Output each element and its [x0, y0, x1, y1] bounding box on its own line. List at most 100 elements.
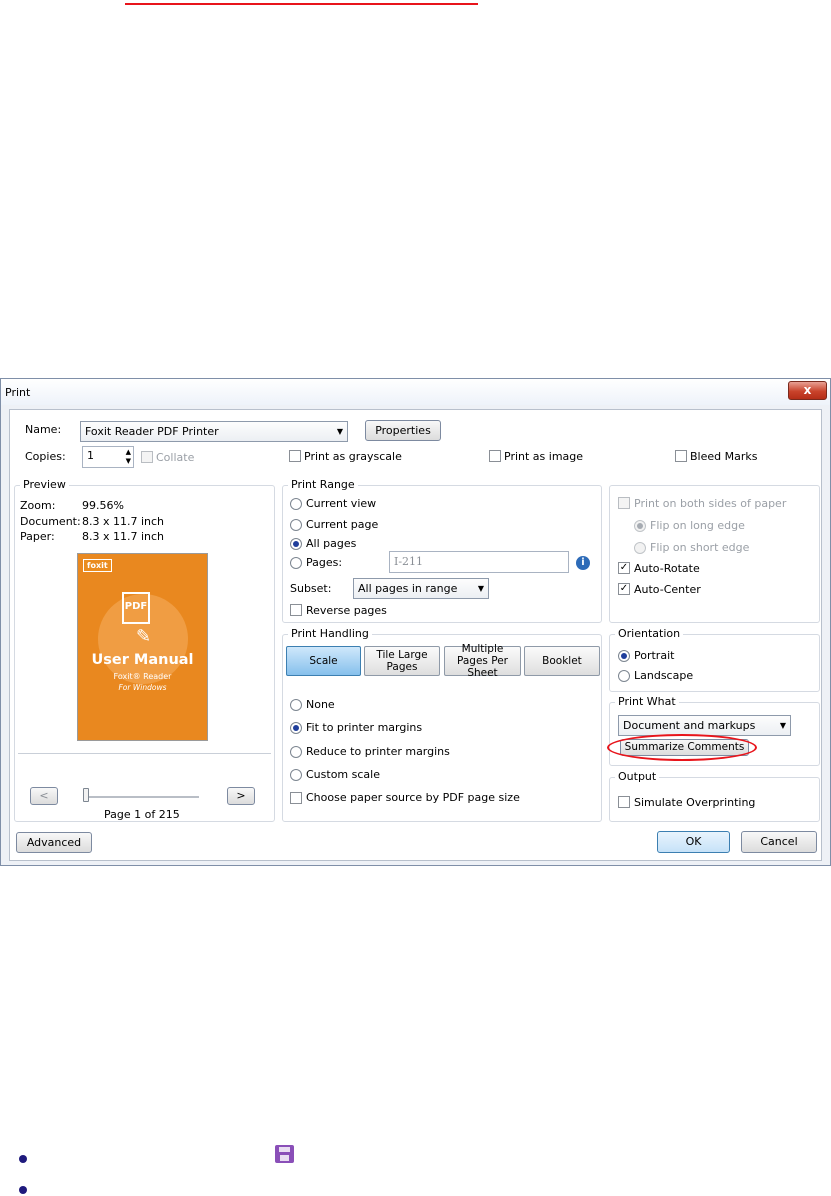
- print-as-image-checkbox[interactable]: [489, 450, 501, 462]
- zoom-value: 99.56%: [82, 499, 124, 512]
- subset-label: Subset:: [290, 582, 332, 595]
- auto-rotate-label: Auto-Rotate: [634, 562, 700, 575]
- tab-booklet[interactable]: Booklet: [524, 646, 600, 676]
- none-radio[interactable]: [290, 699, 302, 711]
- reverse-pages-label: Reverse pages: [306, 604, 387, 617]
- paper-size: 8.3 x 11.7 inch: [82, 530, 165, 543]
- flip-long-edge-label: Flip on long edge: [650, 519, 745, 532]
- tab-scale[interactable]: Scale: [286, 646, 361, 676]
- collate-label: Collate: [156, 451, 195, 464]
- title-bar: Print x: [1, 379, 830, 405]
- orientation-group: Orientation Portrait Landscape: [609, 627, 820, 692]
- properties-button[interactable]: Properties: [365, 420, 441, 441]
- flip-short-edge-radio[interactable]: [634, 542, 646, 554]
- page-slider-thumb[interactable]: [83, 788, 89, 802]
- portrait-label: Portrait: [634, 649, 675, 662]
- printer-select[interactable]: Foxit Reader PDF Printer ▼: [80, 421, 348, 442]
- zoom-label: Zoom:: [20, 499, 56, 512]
- current-view-radio[interactable]: [290, 498, 302, 510]
- advanced-button[interactable]: Advanced: [16, 832, 92, 853]
- tab-multiple-pages[interactable]: Multiple Pages Per Sheet: [444, 643, 521, 679]
- orientation-title: Orientation: [615, 627, 684, 640]
- all-pages-radio[interactable]: [290, 538, 302, 550]
- next-page-button[interactable]: >: [227, 787, 255, 805]
- current-page-radio[interactable]: [290, 519, 302, 531]
- auto-rotate-checkbox[interactable]: ✓: [618, 562, 630, 574]
- fit-to-margins-label: Fit to printer margins: [306, 721, 423, 734]
- output-group: Output Simulate Overprinting: [609, 770, 820, 822]
- bleed-marks-label: Bleed Marks: [690, 450, 758, 463]
- print-range-title: Print Range: [288, 478, 358, 491]
- reverse-pages-checkbox[interactable]: [290, 604, 302, 616]
- copies-label: Copies:: [25, 450, 66, 463]
- print-what-title: Print What: [615, 695, 679, 708]
- save-icon: [275, 1145, 294, 1163]
- tab-tile-large-pages[interactable]: Tile Large Pages: [364, 646, 440, 676]
- grayscale-checkbox[interactable]: [289, 450, 301, 462]
- preview-title: Preview: [20, 478, 69, 491]
- dialog-body: Name: Foxit Reader PDF Printer ▼ Propert…: [9, 409, 822, 861]
- spin-icon[interactable]: ▲ ▼: [126, 448, 131, 466]
- pages-field[interactable]: I-211: [389, 551, 569, 573]
- paper-source-checkbox[interactable]: [290, 792, 302, 804]
- reduce-to-margins-label: Reduce to printer margins: [306, 745, 450, 758]
- paper-source-label: Choose paper source by PDF page size: [306, 791, 520, 804]
- thumbnail-title: User Manual: [91, 652, 194, 668]
- bullet-dot: [19, 1186, 27, 1194]
- chevron-down-icon: ▼: [336, 427, 343, 436]
- reduce-to-margins-radio[interactable]: [290, 746, 302, 758]
- cancel-button[interactable]: Cancel: [741, 831, 817, 853]
- current-page-label: Current page: [306, 518, 379, 531]
- subset-select[interactable]: All pages in range ▼: [353, 578, 489, 599]
- collate-checkbox[interactable]: [141, 451, 153, 463]
- print-range-group: Print Range Current view Current page Al…: [282, 478, 602, 623]
- print-handling-title: Print Handling: [288, 627, 372, 640]
- close-icon: x: [803, 383, 812, 397]
- print-handling-group: Print Handling Scale Tile Large Pages Mu…: [282, 627, 602, 822]
- name-label: Name:: [25, 423, 62, 436]
- printer-value: Foxit Reader PDF Printer: [85, 425, 219, 438]
- none-label: None: [306, 698, 335, 711]
- grayscale-label: Print as grayscale: [304, 450, 402, 463]
- simulate-overprinting-checkbox[interactable]: [618, 796, 630, 808]
- pages-radio[interactable]: [290, 557, 302, 569]
- page-thumbnail: foxit PDF ✎ User Manual Foxit® Reader Fo…: [77, 553, 208, 741]
- document-size: 8.3 x 11.7 inch: [82, 515, 165, 528]
- output-title: Output: [615, 770, 660, 783]
- ok-button[interactable]: OK: [657, 831, 730, 853]
- pdf-document-icon: PDF: [122, 592, 150, 624]
- print-as-image-label: Print as image: [504, 450, 584, 463]
- prev-page-button[interactable]: <: [30, 787, 58, 805]
- both-sides-checkbox[interactable]: [618, 497, 630, 509]
- info-icon[interactable]: i: [576, 556, 590, 570]
- landscape-label: Landscape: [634, 669, 694, 682]
- all-pages-label: All pages: [306, 537, 357, 550]
- close-button[interactable]: x: [788, 381, 827, 400]
- custom-scale-radio[interactable]: [290, 769, 302, 781]
- page-slider-track[interactable]: [83, 796, 199, 798]
- current-view-label: Current view: [306, 497, 377, 510]
- bullet-dot: [19, 1155, 27, 1163]
- copies-value: 1: [87, 449, 94, 462]
- duplex-group: Print on both sides of paper Flip on lon…: [609, 485, 820, 623]
- flip-short-edge-label: Flip on short edge: [650, 541, 750, 554]
- custom-scale-label: Custom scale: [306, 768, 380, 781]
- simulate-overprinting-label: Simulate Overprinting: [634, 796, 756, 809]
- landscape-radio[interactable]: [618, 670, 630, 682]
- print-dialog: Print x Name: Foxit Reader PDF Printer ▼…: [0, 378, 831, 866]
- fit-to-margins-radio[interactable]: [290, 722, 302, 734]
- auto-center-checkbox[interactable]: ✓: [618, 583, 630, 595]
- red-underline: [125, 3, 478, 5]
- portrait-radio[interactable]: [618, 650, 630, 662]
- both-sides-label: Print on both sides of paper: [634, 497, 787, 510]
- flip-long-edge-radio[interactable]: [634, 520, 646, 532]
- page-status: Page 1 of 215: [104, 808, 180, 821]
- print-what-group: Print What Document and markups ▼ Summar…: [607, 695, 820, 766]
- subset-value: All pages in range: [358, 582, 458, 595]
- chevron-down-icon: ▼: [477, 584, 484, 593]
- copies-stepper[interactable]: 1 ▲ ▼: [82, 446, 134, 468]
- bleed-marks-checkbox[interactable]: [675, 450, 687, 462]
- document-label: Document:: [20, 515, 81, 528]
- print-what-select[interactable]: Document and markups ▼: [618, 715, 791, 736]
- foxit-logo: foxit: [83, 559, 112, 572]
